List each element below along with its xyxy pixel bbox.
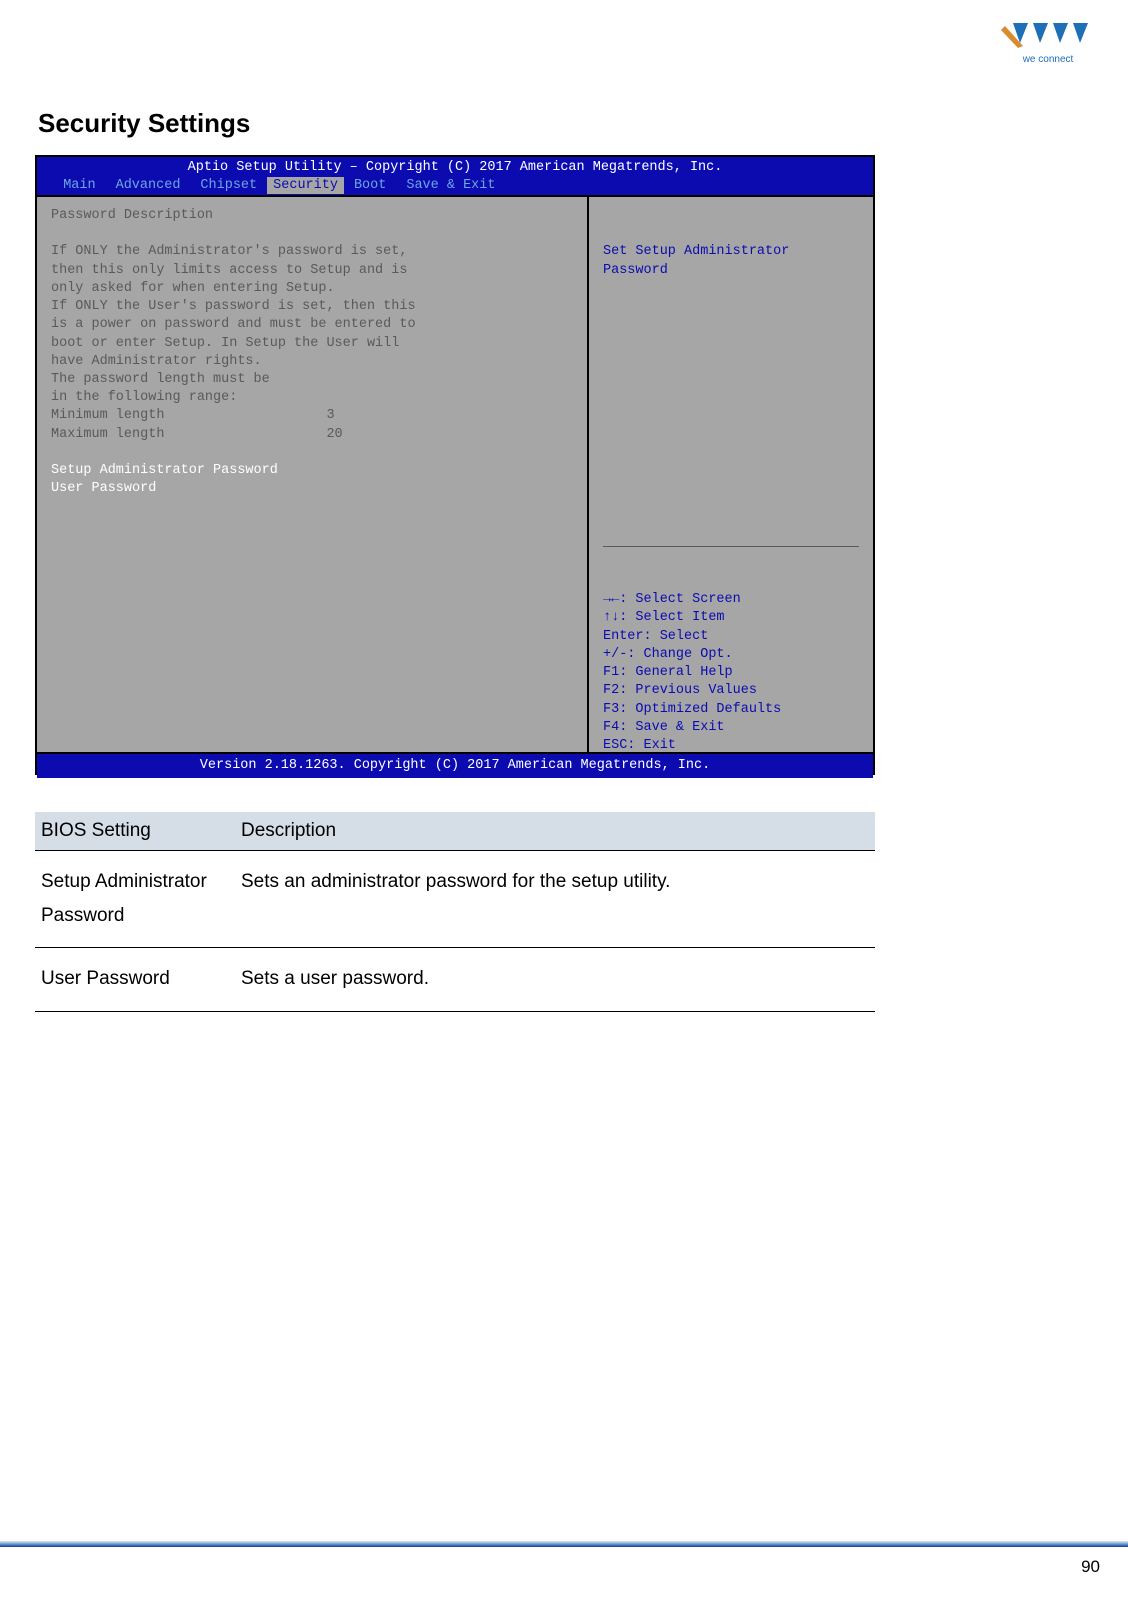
bios-nav-hints: →←: Select Screen ↑↓: Select Item Enter:…	[603, 591, 859, 755]
bios-item-user-password[interactable]: User Password	[51, 480, 573, 498]
page-title: Security Settings	[38, 108, 250, 139]
bios-right-panel: Set Setup Administrator Password →←: Sel…	[587, 197, 873, 752]
table-header-description: Description	[235, 812, 875, 851]
bios-item-setup-administrator-password[interactable]: Setup Administrator Password	[51, 462, 573, 480]
svg-text:we connect: we connect	[1022, 54, 1074, 65]
bios-menu-save-exit[interactable]: Save & Exit	[396, 178, 505, 193]
bios-header: Aptio Setup Utility – Copyright (C) 2017…	[37, 157, 873, 197]
bios-menu-main[interactable]: Main	[53, 178, 105, 193]
table-cell-description: Sets a user password.	[235, 948, 875, 1011]
bios-menubar: MainAdvancedChipsetSecurityBootSave & Ex…	[37, 177, 873, 195]
table-cell-setting: User Password	[35, 948, 235, 1011]
bios-help-text: Set Setup Administrator Password	[603, 243, 859, 279]
bios-screenshot: Aptio Setup Utility – Copyright (C) 2017…	[35, 155, 875, 775]
bios-menu-advanced[interactable]: Advanced	[106, 178, 191, 193]
table-cell-description: Sets an administrator password for the s…	[235, 851, 875, 948]
table-cell-setting: Setup Administrator Password	[35, 851, 235, 948]
footer-bar	[0, 1541, 1128, 1547]
bios-menu-security[interactable]: Security	[267, 177, 344, 194]
table-header-setting: BIOS Setting	[35, 812, 235, 851]
divider	[603, 546, 859, 547]
bios-left-panel: Password Description If ONLY the Adminis…	[37, 197, 587, 752]
bios-utility-title: Aptio Setup Utility – Copyright (C) 2017…	[37, 159, 873, 177]
logo: we connect	[993, 18, 1103, 68]
table-row: Setup Administrator PasswordSets an admi…	[35, 851, 875, 948]
bios-settings-table: BIOS Setting Description Setup Administr…	[35, 812, 875, 1012]
table-row: User PasswordSets a user password.	[35, 948, 875, 1011]
page-number: 90	[1081, 1557, 1100, 1577]
bios-menu-chipset[interactable]: Chipset	[190, 178, 267, 193]
bios-menu-boot[interactable]: Boot	[344, 178, 396, 193]
